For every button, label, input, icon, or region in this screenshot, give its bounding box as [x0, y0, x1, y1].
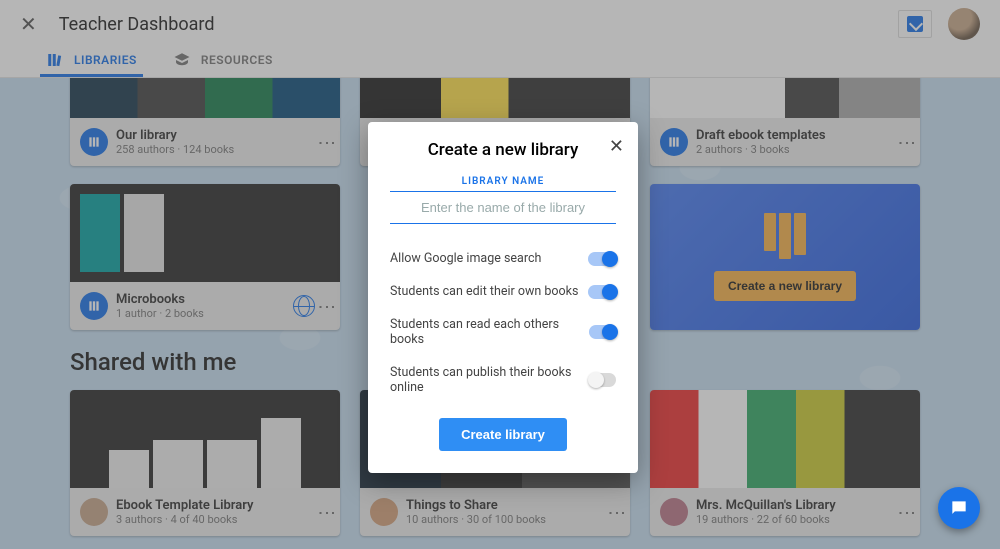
option-row: Students can edit their own books [390, 275, 616, 308]
create-library-submit[interactable]: Create library [439, 418, 567, 451]
option-row: Students can read each others books [390, 308, 616, 356]
option-label: Students can read each others books [390, 317, 589, 347]
option-label: Students can publish their books online [390, 365, 590, 395]
create-library-modal: ✕ Create a new library LIBRARY NAME Allo… [368, 122, 638, 473]
option-row: Allow Google image search [390, 242, 616, 275]
toggle-google-image-search[interactable] [588, 252, 616, 266]
option-row: Students can publish their books online [390, 356, 616, 404]
toggle-students-publish-online[interactable] [590, 373, 616, 387]
library-name-input[interactable] [390, 192, 616, 223]
toggle-students-read-others[interactable] [589, 325, 616, 339]
modal-title: Create a new library [390, 140, 616, 160]
modal-close-icon[interactable]: ✕ [609, 136, 624, 157]
chat-icon [949, 498, 969, 518]
chat-fab[interactable] [938, 487, 980, 529]
option-label: Students can edit their own books [390, 284, 578, 299]
toggle-students-edit-own[interactable] [588, 285, 616, 299]
option-label: Allow Google image search [390, 251, 541, 266]
field-label: LIBRARY NAME [390, 176, 616, 187]
